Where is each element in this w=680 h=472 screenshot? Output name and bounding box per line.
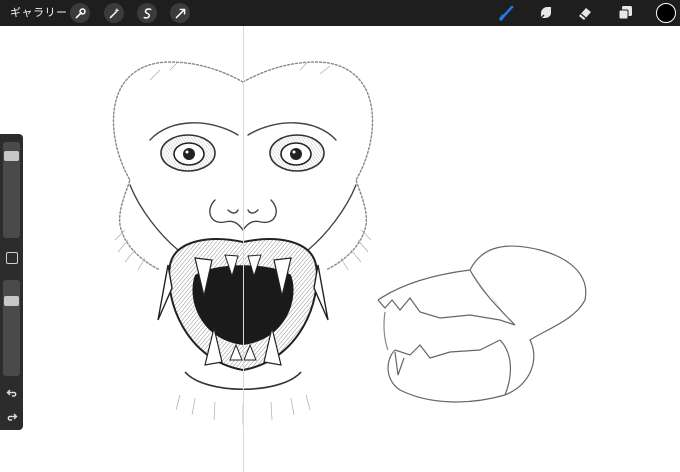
color-picker-button[interactable] <box>656 3 676 23</box>
undo-icon[interactable] <box>5 386 18 399</box>
left-sidebar <box>0 134 23 430</box>
eraser-icon[interactable] <box>574 3 596 23</box>
opacity-thumb[interactable] <box>4 296 19 306</box>
monster-skull-sketch <box>112 61 587 425</box>
brush-size-slider[interactable] <box>3 142 20 238</box>
skull-sketch <box>377 245 587 403</box>
redo-icon[interactable] <box>5 410 18 423</box>
gallery-button[interactable]: ギャラリー <box>10 5 68 21</box>
symmetry-guide <box>243 26 244 472</box>
brush-size-thumb[interactable] <box>4 151 19 161</box>
left-eye <box>160 134 216 172</box>
top-toolbar: ギャラリー <box>0 0 680 26</box>
opacity-slider[interactable] <box>3 280 20 376</box>
layers-icon[interactable] <box>614 3 636 23</box>
right-eye <box>269 134 325 172</box>
selection-icon[interactable] <box>137 3 157 23</box>
wrench-icon[interactable] <box>70 3 90 23</box>
magic-wand-icon[interactable] <box>104 3 124 23</box>
modify-button[interactable] <box>6 252 18 264</box>
transform-arrow-icon[interactable] <box>170 3 190 23</box>
smudge-icon[interactable] <box>535 3 557 23</box>
drawing-canvas[interactable] <box>0 26 680 472</box>
brush-icon[interactable] <box>496 3 518 23</box>
